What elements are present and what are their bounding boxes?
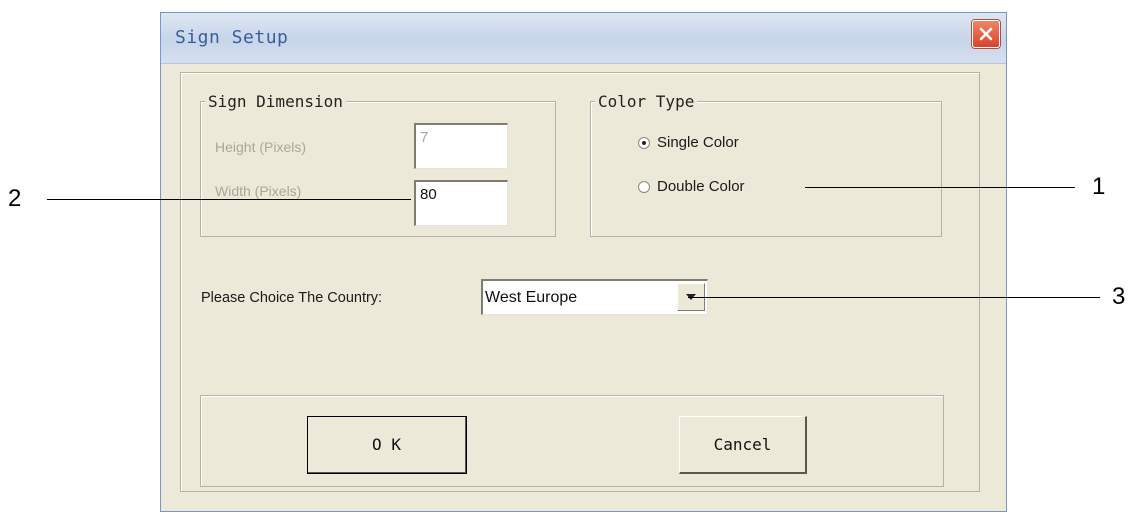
country-select-value: West Europe <box>485 289 578 306</box>
callout-number-1: 1 <box>1092 173 1106 200</box>
double-color-radio[interactable]: Double Color <box>638 178 745 195</box>
callout-number-2: 2 <box>8 185 22 212</box>
width-input[interactable]: 80 <box>414 180 508 226</box>
height-label: Height (Pixels) <box>215 139 307 155</box>
callout-line-2 <box>47 199 411 200</box>
sign-dimension-legend: Sign Dimension <box>205 92 346 111</box>
callout-line-3 <box>688 297 1100 298</box>
radio-unchecked-icon <box>638 180 650 193</box>
country-label: Please Choice The Country: <box>201 290 383 306</box>
close-button[interactable] <box>972 20 1000 48</box>
double-color-label: Double Color <box>657 178 745 195</box>
ok-button[interactable]: O K <box>307 416 467 474</box>
width-label: Width (Pixels) <box>215 183 302 199</box>
callout-number-3: 3 <box>1112 283 1126 310</box>
country-select[interactable]: West Europe <box>481 279 708 315</box>
color-type-group: Color Type <box>590 92 942 237</box>
color-type-legend: Color Type <box>595 92 698 111</box>
window-title: Sign Setup <box>175 27 289 48</box>
height-input[interactable]: 7 <box>414 123 508 169</box>
single-color-label: Single Color <box>657 134 739 151</box>
single-color-radio[interactable]: Single Color <box>638 134 739 151</box>
callout-line-1 <box>805 187 1075 188</box>
radio-checked-icon <box>638 136 650 149</box>
close-icon <box>979 27 993 41</box>
title-bar[interactable]: Sign Setup <box>161 13 1006 64</box>
cancel-button[interactable]: Cancel <box>679 416 807 474</box>
